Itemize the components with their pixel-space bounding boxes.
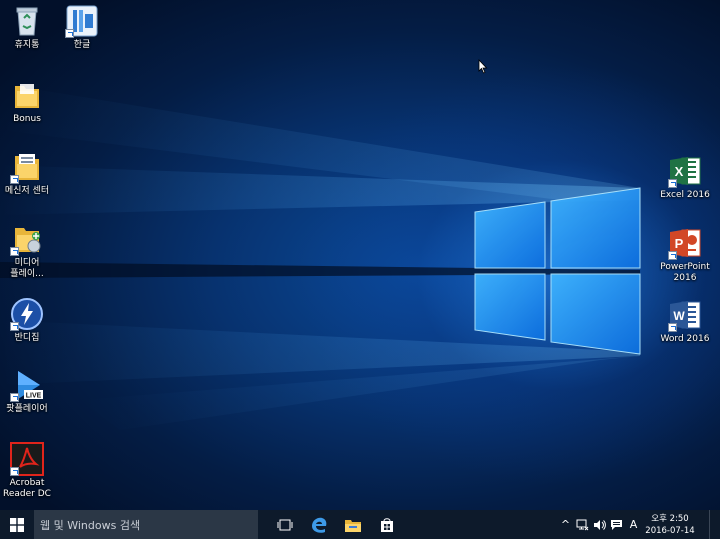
media-folder-icon bbox=[10, 222, 44, 256]
ime-indicator[interactable]: A bbox=[625, 510, 642, 539]
word-label: Word 2016 bbox=[660, 334, 710, 344]
action-center-button[interactable] bbox=[608, 510, 625, 539]
volume-button[interactable] bbox=[591, 510, 608, 539]
svg-text:W: W bbox=[673, 309, 685, 323]
svg-text:X: X bbox=[675, 164, 684, 179]
network-icon bbox=[576, 519, 589, 530]
show-desktop-button[interactable] bbox=[698, 510, 720, 539]
word-shortcut[interactable]: W Word 2016 bbox=[655, 298, 715, 345]
network-button[interactable] bbox=[574, 510, 591, 539]
clock-time: 오후 2:50 bbox=[651, 513, 689, 524]
hangul-shortcut[interactable]: 한글 bbox=[52, 4, 112, 51]
shortcut-arrow-icon bbox=[65, 29, 74, 38]
clock-date: 2016-07-14 bbox=[645, 525, 695, 536]
shortcut-arrow-icon bbox=[10, 175, 19, 184]
start-button[interactable] bbox=[0, 510, 34, 539]
bonus-folder[interactable]: Bonus bbox=[0, 78, 57, 125]
folder-icon bbox=[10, 150, 44, 184]
hangul-label: 한글 bbox=[73, 40, 91, 50]
ime-mode-label: A bbox=[629, 518, 638, 531]
taskbar: 웹 및 Windows 검색 ^ A 오후 2:50 2016-07-14 bbox=[0, 510, 720, 539]
excel-label: Excel 2016 bbox=[660, 190, 710, 200]
file-explorer-button[interactable] bbox=[336, 510, 370, 539]
edge-button[interactable] bbox=[302, 510, 336, 539]
potplayer-label: 팟플레이어 bbox=[6, 404, 48, 414]
acrobat-reader-shortcut[interactable]: Acrobat Reader DC bbox=[0, 442, 57, 500]
shortcut-arrow-icon bbox=[10, 247, 19, 256]
store-icon bbox=[381, 517, 393, 532]
shortcut-arrow-icon bbox=[10, 322, 19, 331]
bandizip-shortcut[interactable]: 반디집 bbox=[0, 297, 57, 344]
mouse-cursor-icon bbox=[478, 59, 488, 74]
acrobat-reader-label: Acrobat Reader DC bbox=[3, 478, 51, 499]
powerpoint-label: PowerPoint 2016 bbox=[660, 262, 710, 283]
message-icon bbox=[611, 519, 622, 530]
messenger-center-label: 메신저 센터 bbox=[4, 186, 50, 196]
recycle-bin-icon bbox=[10, 4, 44, 38]
speaker-icon bbox=[594, 519, 606, 530]
svg-text:P: P bbox=[675, 236, 684, 251]
store-button[interactable] bbox=[370, 510, 404, 539]
search-placeholder: 웹 및 Windows 검색 bbox=[40, 518, 141, 532]
excel-icon: X bbox=[668, 154, 702, 188]
edge-icon bbox=[312, 517, 327, 533]
potplayer-shortcut[interactable]: LIVE 팟플레이어 bbox=[0, 368, 57, 415]
shortcut-arrow-icon bbox=[10, 467, 19, 476]
bandizip-label: 반디집 bbox=[14, 333, 40, 343]
live-badge: LIVE bbox=[26, 393, 42, 400]
windows-start-icon bbox=[10, 517, 24, 532]
bonus-label: Bonus bbox=[13, 114, 41, 124]
desktop[interactable]: 휴지통 한글 Bonus 메신저 센터 미디어 플레이... 반디집 LIVE … bbox=[0, 0, 720, 510]
chevron-up-icon: ^ bbox=[560, 518, 571, 531]
shortcut-arrow-icon bbox=[668, 251, 677, 260]
messenger-center-shortcut[interactable]: 메신저 센터 bbox=[0, 150, 57, 197]
folder-icon bbox=[10, 78, 44, 112]
excel-shortcut[interactable]: X Excel 2016 bbox=[655, 154, 715, 201]
clock[interactable]: 오후 2:50 2016-07-14 bbox=[642, 513, 698, 537]
bandizip-icon bbox=[10, 297, 44, 331]
recycle-bin-shortcut[interactable]: 휴지통 bbox=[0, 4, 57, 51]
file-explorer-icon bbox=[345, 519, 361, 532]
task-view-button[interactable] bbox=[268, 510, 302, 539]
word-icon: W bbox=[668, 298, 702, 332]
system-tray: ^ A 오후 2:50 2016-07-14 bbox=[557, 510, 720, 539]
potplayer-live-icon: LIVE bbox=[10, 368, 44, 402]
powerpoint-shortcut[interactable]: P PowerPoint 2016 bbox=[655, 226, 715, 284]
search-box[interactable]: 웹 및 Windows 검색 bbox=[34, 510, 258, 539]
media-player-label: 미디어 플레이... bbox=[10, 258, 44, 279]
recycle-bin-label: 휴지통 bbox=[14, 40, 40, 50]
show-desktop-divider bbox=[708, 510, 710, 539]
acrobat-icon bbox=[10, 442, 44, 476]
task-view-icon bbox=[277, 519, 293, 530]
shortcut-arrow-icon bbox=[668, 179, 677, 188]
media-player-shortcut[interactable]: 미디어 플레이... bbox=[0, 222, 57, 280]
shortcut-arrow-icon bbox=[10, 393, 19, 402]
show-hidden-icons-button[interactable]: ^ bbox=[557, 510, 574, 539]
shortcut-arrow-icon bbox=[668, 323, 677, 332]
powerpoint-icon: P bbox=[668, 226, 702, 260]
wallpaper bbox=[0, 90, 641, 430]
hangul-app-icon bbox=[65, 4, 99, 38]
